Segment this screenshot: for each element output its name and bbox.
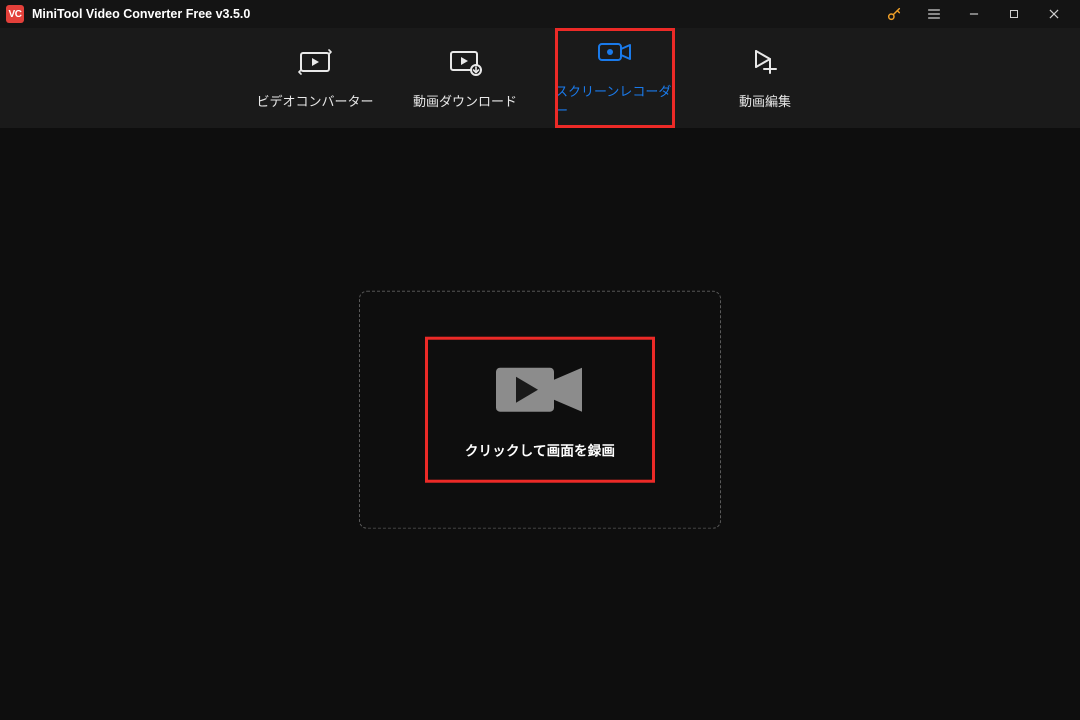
menu-icon [926,6,942,22]
tab-recorder[interactable]: スクリーンレコーダー [555,28,675,128]
drop-area: クリックして画面を録画 [359,291,721,529]
close-button[interactable] [1034,0,1074,28]
tab-converter[interactable]: ビデオコンバーター [255,28,375,128]
record-button[interactable]: クリックして画面を録画 [425,337,655,483]
tab-download[interactable]: 動画ダウンロード [405,28,525,128]
main-tabs: ビデオコンバーター 動画ダウンロード スクリーンレコーダー [0,28,1080,128]
recorder-icon [597,40,633,64]
menu-button[interactable] [914,0,954,28]
main-area: クリックして画面を録画 [0,128,1080,720]
app-logo: VC [6,5,24,23]
maximize-button[interactable] [994,0,1034,28]
app-title: MiniTool Video Converter Free v3.5.0 [32,7,250,21]
editor-icon [750,47,780,77]
camcorder-icon [490,360,590,420]
titlebar: VC MiniTool Video Converter Free v3.5.0 [0,0,1080,28]
tab-editor[interactable]: 動画編集 [705,28,825,128]
download-icon [448,48,482,76]
minimize-button[interactable] [954,0,994,28]
tab-editor-label: 動画編集 [739,91,791,110]
tab-converter-label: ビデオコンバーター [256,91,373,110]
key-icon [886,6,902,22]
record-button-label: クリックして画面を録画 [465,440,615,460]
minimize-icon [967,7,981,21]
tab-download-label: 動画ダウンロード [413,91,517,110]
maximize-icon [1008,8,1020,20]
close-icon [1047,7,1061,21]
activate-key-button[interactable] [874,0,914,28]
app-logo-text: VC [9,9,22,20]
tab-recorder-label: スクリーンレコーダー [555,81,675,119]
converter-icon [298,48,332,76]
